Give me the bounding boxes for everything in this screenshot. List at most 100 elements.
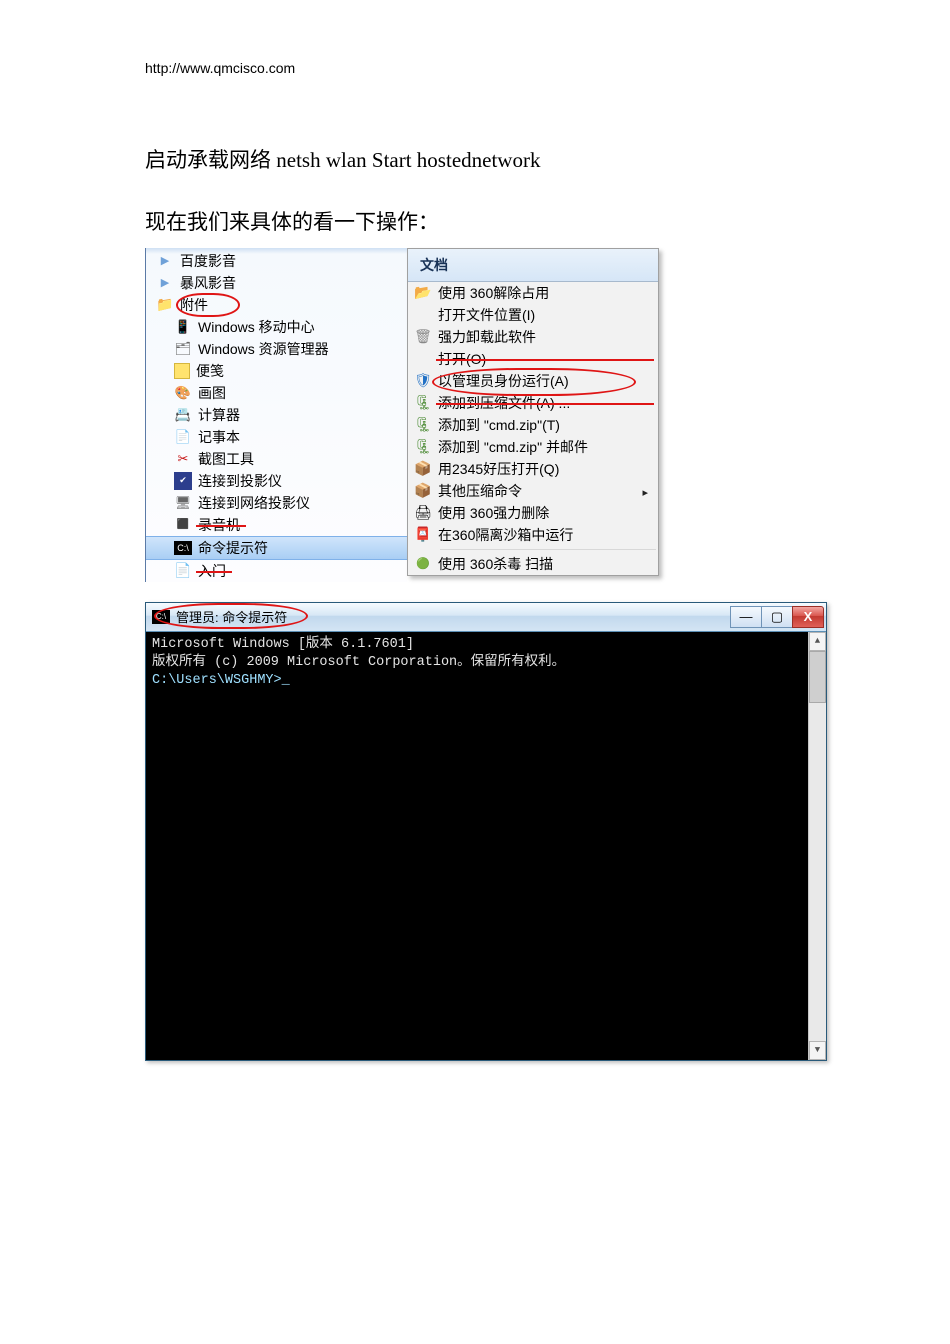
startmenu-item[interactable]: 录音机: [146, 514, 407, 536]
startmenu-item[interactable]: 计算器: [146, 404, 407, 426]
context-menu-item-label: 使用 360杀毒 扫描: [438, 554, 648, 574]
terminal-line: 版权所有 (c) 2009 Microsoft Corporation。保留所有…: [152, 654, 820, 672]
trash-icon: [408, 328, 438, 345]
startmenu-item-label: 百度影音: [180, 251, 236, 271]
open-icon: [408, 284, 438, 301]
cmd-titlebar: 管理员: 命令提示符 — ▢ X: [146, 603, 826, 632]
maximize-button[interactable]: ▢: [761, 606, 792, 628]
context-menu-item-label: 使用 360强力删除: [438, 503, 648, 523]
context-menu-header: 文档: [408, 249, 658, 282]
context-menu-item-label: 在360隔离沙箱中运行: [438, 525, 648, 545]
context-menu-item[interactable]: 其他压缩命令: [408, 480, 658, 502]
context-menu-item[interactable]: 使用 360解除占用: [408, 282, 658, 304]
startmenu-item-label: 命令提示符: [198, 538, 268, 558]
page-url: http://www.qmcisco.com: [145, 60, 805, 76]
zip2-icon: [408, 482, 438, 499]
startmenu-item-label: 计算器: [198, 405, 240, 425]
misc-icon: [174, 562, 192, 580]
startmenu-item[interactable]: 截图工具: [146, 448, 407, 470]
context-menu-item-label: 以管理员身份运行(A): [438, 371, 648, 391]
zip-icon: [408, 394, 438, 411]
scroll-down-button[interactable]: ▼: [809, 1041, 826, 1060]
cmd-icon: [174, 541, 192, 555]
context-menu-item[interactable]: 添加到 "cmd.zip" 并邮件: [408, 436, 658, 458]
context-menu-item[interactable]: 使用 360强力删除: [408, 502, 658, 524]
context-menu-item[interactable]: 添加到 "cmd.zip"(T): [408, 414, 658, 436]
print-icon: [408, 504, 438, 521]
startmenu-item[interactable]: 连接到网络投影仪: [146, 492, 407, 514]
cmd-terminal[interactable]: Microsoft Windows [版本 6.1.7601]版权所有 (c) …: [146, 632, 826, 1060]
context-menu-item[interactable]: 以管理员身份运行(A): [408, 370, 658, 392]
context-menu-item-label: 用2345好压打开(Q): [438, 459, 648, 479]
scrollbar-vertical[interactable]: ▲ ▼: [808, 632, 826, 1060]
context-menu-item-label: 添加到压缩文件(A) ...: [438, 393, 648, 413]
startmenu-item-label: Windows 移动中心: [198, 317, 315, 337]
startmenu-item[interactable]: 附件: [146, 294, 407, 316]
context-menu-item-label: 其他压缩命令: [438, 481, 642, 501]
context-menu: 文档使用 360解除占用打开文件位置(I)强力卸载此软件打开(O)以管理员身份运…: [407, 248, 659, 576]
startmenu-item[interactable]: 连接到投影仪: [146, 470, 407, 492]
context-menu-item[interactable]: 添加到压缩文件(A) ...: [408, 392, 658, 414]
cmd-title: 管理员: 命令提示符: [176, 607, 287, 626]
context-menu-item-label: 打开(O): [438, 349, 648, 369]
startmenu-item[interactable]: 暴风影音: [146, 272, 407, 294]
zip-icon: [408, 416, 438, 433]
folder-icon: [156, 296, 174, 314]
startmenu-item[interactable]: 命令提示符: [146, 536, 407, 560]
context-menu-item[interactable]: 使用 360杀毒 扫描: [408, 553, 658, 575]
note-icon: [174, 363, 190, 379]
startmenu-item-label: 便笺: [196, 361, 224, 381]
zip-icon: [408, 438, 438, 455]
context-menu-item[interactable]: 用2345好压打开(Q): [408, 458, 658, 480]
notepad-icon: [174, 428, 192, 446]
terminal-line: C:\Users\WSGHMY>: [152, 672, 820, 690]
start-menu-panel: 百度影音暴风影音附件Windows 移动中心Windows 资源管理器便笺画图计…: [145, 248, 407, 582]
cmd-icon: [152, 610, 170, 624]
startmenu-item[interactable]: Windows 资源管理器: [146, 338, 407, 360]
media-icon: [156, 274, 174, 292]
mobile-icon: [174, 318, 192, 336]
window-buttons: — ▢ X: [730, 606, 824, 628]
context-menu-item[interactable]: 在360隔离沙箱中运行: [408, 524, 658, 546]
startmenu-item-label: 记事本: [198, 427, 240, 447]
startmenu-item-label: Windows 资源管理器: [198, 339, 329, 359]
startmenu-item[interactable]: 入门: [146, 560, 407, 582]
cmd-window: 管理员: 命令提示符 — ▢ X Microsoft Windows [版本 6…: [145, 602, 827, 1061]
startmenu-item[interactable]: 百度影音: [146, 250, 407, 272]
proj-icon: [174, 472, 192, 490]
netproj-icon: [174, 494, 192, 512]
scan-icon: [408, 557, 438, 570]
startmenu-item-label: 录音机: [198, 515, 240, 535]
startmenu-item-label: 暴风影音: [180, 273, 236, 293]
close-button[interactable]: X: [792, 606, 824, 628]
terminal-line: Microsoft Windows [版本 6.1.7601]: [152, 636, 820, 654]
context-menu-item-label: 使用 360解除占用: [438, 283, 648, 303]
heading: 启动承载网络 netsh wlan Start hostednetwork: [145, 144, 805, 178]
context-menu-item[interactable]: 打开文件位置(I): [408, 304, 658, 326]
startmenu-item[interactable]: 画图: [146, 382, 407, 404]
scroll-up-button[interactable]: ▲: [809, 632, 826, 651]
media-icon: [156, 252, 174, 270]
context-menu-item-label: 打开文件位置(I): [438, 305, 648, 325]
context-menu-item[interactable]: 打开(O): [408, 348, 658, 370]
explorer-icon: [174, 340, 192, 358]
startmenu-item-label: 连接到网络投影仪: [198, 493, 310, 513]
subheading: 现在我们来具体的看一下操作：: [145, 206, 805, 236]
rec-icon: [174, 516, 192, 534]
minimize-button[interactable]: —: [730, 606, 761, 628]
context-menu-item-label: 强力卸载此软件: [438, 327, 648, 347]
startmenu-item-label: 截图工具: [198, 449, 254, 469]
startmenu-item-label: 附件: [180, 295, 208, 315]
context-menu-item[interactable]: 强力卸载此软件: [408, 326, 658, 348]
startmenu-item[interactable]: 便笺: [146, 360, 407, 382]
scroll-thumb[interactable]: [809, 651, 826, 703]
screenshot-startmenu-context: 百度影音暴风影音附件Windows 移动中心Windows 资源管理器便笺画图计…: [145, 248, 659, 582]
calc-icon: [174, 406, 192, 424]
snip-icon: [174, 450, 192, 468]
startmenu-item[interactable]: Windows 移动中心: [146, 316, 407, 338]
paint-icon: [174, 384, 192, 402]
shield-icon: [408, 372, 438, 389]
startmenu-item[interactable]: 记事本: [146, 426, 407, 448]
context-menu-item-label: 添加到 "cmd.zip"(T): [438, 415, 648, 435]
separator: [440, 549, 656, 550]
